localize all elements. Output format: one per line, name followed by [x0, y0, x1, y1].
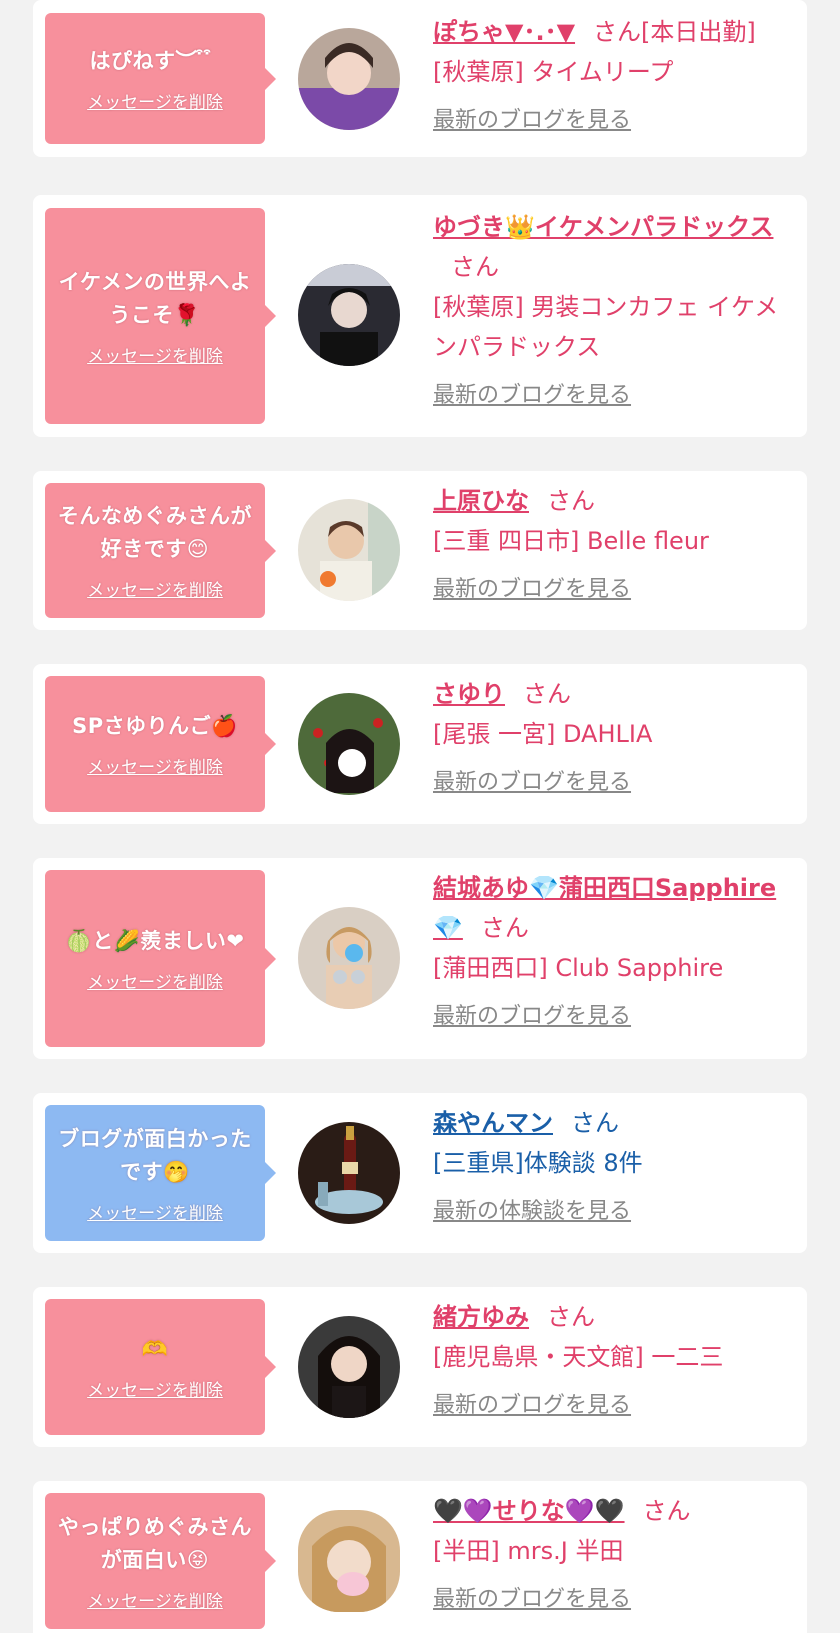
profile-name-link[interactable]: ゆづき👑イケメンパラドックス: [433, 213, 773, 241]
message-text: 🫶: [141, 1337, 169, 1361]
honorific: さん: [571, 1109, 619, 1137]
honorific: さん: [547, 487, 595, 515]
avatar[interactable]: [298, 499, 400, 601]
latest-experience-link[interactable]: 最新の体験談を見る: [433, 1193, 631, 1225]
message-bubble: ブログが面白かったです🤭 メッセージを削除: [45, 1105, 276, 1241]
profile-name-link[interactable]: 緒方ゆみ: [433, 1303, 529, 1331]
profile-name-link[interactable]: 森やんマン: [433, 1109, 553, 1137]
honorific: さん: [451, 253, 499, 281]
shop-info: [秋葉原] 男装コンカフェ イケメンパラドックス: [433, 293, 779, 361]
delete-message-link[interactable]: メッセージを削除: [87, 88, 223, 113]
shop-info: [三重県]体験談 8件: [433, 1149, 643, 1177]
shop-info: [三重 四日市] Belle fleur: [433, 527, 709, 555]
shop-info: [蒲田西口] Club Sapphire: [433, 954, 724, 982]
message-card: 🫶 メッセージを削除 緒方ゆみ さん [鹿児島県・天文館] 一二三 最新のブログを…: [33, 1287, 807, 1447]
message-card: ブログが面白かったです🤭 メッセージを削除 森やんマン さん [三重県]体験談 8…: [33, 1093, 807, 1253]
message-card: そんなめぐみさんが好きです😊 メッセージを削除 上原ひな さん [三重 四日市] …: [33, 471, 807, 630]
avatar[interactable]: [298, 1510, 400, 1612]
profile-info: ゆづき👑イケメンパラドックスさん [秋葉原] 男装コンカフェ イケメンパラドック…: [433, 207, 793, 409]
profile-name-link[interactable]: ぽちゃ▼･.･▼: [433, 18, 575, 46]
avatar[interactable]: [298, 1316, 400, 1418]
profile-name-link[interactable]: さゆり: [433, 680, 505, 708]
message-bubble: はぴねす︶ ͒ ͒ ︎ メッセージを削除: [45, 13, 276, 144]
message-bubble: イケメンの世界へようこそ🌹 メッセージを削除: [45, 208, 276, 424]
message-bubble: 🫶 メッセージを削除: [45, 1299, 276, 1435]
avatar[interactable]: [298, 264, 400, 366]
honorific: さん: [642, 1497, 691, 1525]
message-bubble: SPさゆりんご🍎 メッセージを削除: [45, 676, 276, 812]
message-text: SPさゆりんご🍎: [72, 714, 238, 738]
message-card: はぴねす︶ ͒ ͒ ︎ メッセージを削除 ぽちゃ▼･.･▼ さん[本日出勤] [秋…: [33, 0, 807, 157]
message-card: やっぱりめぐみさんが面白い😝 メッセージを削除 🖤💜せりな💜🖤 さん [半田] m…: [33, 1481, 807, 1633]
message-text: やっぱりめぐみさんが面白い😝: [57, 1514, 253, 1572]
honorific: さん: [523, 680, 571, 708]
latest-blog-link[interactable]: 最新のブログを見る: [433, 1581, 631, 1613]
message-bubble: やっぱりめぐみさんが面白い😝 メッセージを削除: [45, 1493, 276, 1629]
avatar[interactable]: [298, 1122, 400, 1224]
profile-info: さゆり さん [尾張 一宮] DAHLIA 最新のブログを見る: [433, 674, 793, 796]
latest-blog-link[interactable]: 最新のブログを見る: [433, 377, 631, 409]
profile-info: 結城あゆ💎蒲田西口Sapphire💎 さん [蒲田西口] Club Sapphir…: [433, 868, 793, 1030]
shop-info: [秋葉原] タイムリープ: [433, 58, 674, 86]
latest-blog-link[interactable]: 最新のブログを見る: [433, 1387, 631, 1419]
delete-message-link[interactable]: メッセージを削除: [87, 968, 223, 993]
profile-info: 森やんマン さん [三重県]体験談 8件 最新の体験談を見る: [433, 1103, 793, 1225]
profile-info: 🖤💜せりな💜🖤 さん [半田] mrs.J 半田 最新のブログを見る: [433, 1491, 793, 1613]
message-text: イケメンの世界へようこそ🌹: [58, 269, 252, 327]
delete-message-link[interactable]: メッセージを削除: [87, 753, 223, 778]
message-card: SPさゆりんご🍎 メッセージを削除 さゆり さん [尾張 一宮] DAHLIA 最…: [33, 664, 807, 824]
delete-message-link[interactable]: メッセージを削除: [87, 1376, 223, 1401]
delete-message-link[interactable]: メッセージを削除: [87, 576, 223, 601]
latest-blog-link[interactable]: 最新のブログを見る: [433, 764, 631, 796]
message-text: そんなめぐみさんが好きです😊: [57, 504, 253, 561]
shop-info: [鹿児島県・天文館] 一二三: [433, 1343, 724, 1371]
profile-info: 緒方ゆみ さん [鹿児島県・天文館] 一二三 最新のブログを見る: [433, 1297, 793, 1419]
message-text: ブログが面白かったです🤭: [58, 1126, 252, 1184]
message-card: 🍈と🌽羨ましい❤ メッセージを削除 結城あゆ💎蒲田西口Sapphire💎 さん […: [33, 858, 807, 1059]
honorific: さん[本日出勤]: [593, 18, 756, 46]
message-card: イケメンの世界へようこそ🌹 メッセージを削除 ゆづき👑イケメンパラドックスさん …: [33, 195, 807, 437]
latest-blog-link[interactable]: 最新のブログを見る: [433, 102, 631, 134]
honorific: さん: [547, 1303, 595, 1331]
avatar[interactable]: [298, 28, 400, 130]
avatar[interactable]: [298, 907, 400, 1009]
latest-blog-link[interactable]: 最新のブログを見る: [433, 571, 631, 603]
message-text: 🍈と🌽羨ましい❤: [65, 928, 245, 953]
message-bubble: 🍈と🌽羨ましい❤ メッセージを削除: [45, 870, 276, 1047]
delete-message-link[interactable]: メッセージを削除: [87, 1199, 223, 1224]
latest-blog-link[interactable]: 最新のブログを見る: [433, 998, 631, 1030]
delete-message-link[interactable]: メッセージを削除: [87, 342, 223, 367]
profile-info: 上原ひな さん [三重 四日市] Belle fleur 最新のブログを見る: [433, 481, 793, 603]
shop-info: [半田] mrs.J 半田: [433, 1537, 624, 1565]
delete-message-link[interactable]: メッセージを削除: [87, 1587, 223, 1612]
shop-info: [尾張 一宮] DAHLIA: [433, 720, 653, 748]
profile-name-link[interactable]: 上原ひな: [433, 487, 529, 515]
profile-name-link[interactable]: 🖤💜せりな💜🖤: [433, 1497, 625, 1525]
profile-info: ぽちゃ▼･.･▼ さん[本日出勤] [秋葉原] タイムリープ 最新のブログを見る: [433, 12, 793, 134]
message-bubble: そんなめぐみさんが好きです😊 メッセージを削除: [45, 483, 276, 618]
avatar[interactable]: [298, 693, 400, 795]
honorific: さん: [480, 914, 529, 942]
message-text: はぴねす︶ ͒ ͒ ︎: [89, 48, 221, 73]
